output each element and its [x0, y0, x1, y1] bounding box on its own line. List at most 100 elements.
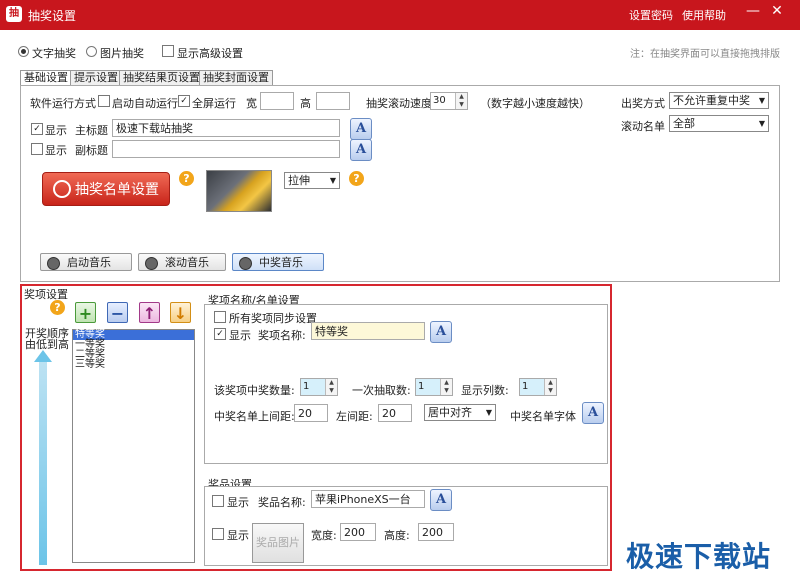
help-icon[interactable]: ? [50, 300, 65, 315]
list-icon [53, 180, 71, 198]
tab-result-page[interactable]: 抽奖结果页设置 [119, 70, 204, 85]
tab-basic[interactable]: 基础设置 [20, 70, 72, 86]
height-input[interactable] [316, 92, 350, 110]
prize-list[interactable]: 特等奖 一等奖 二等奖 三等奖 [72, 329, 195, 563]
drag-hint: 注：在抽奖界面可以直接拖拽排版 [630, 49, 780, 60]
speaker-icon [239, 257, 252, 270]
auto-start-label: 启动自动运行 [112, 97, 178, 110]
stretch-select[interactable]: 拉伸 ▼ [284, 172, 340, 189]
show-goods-image-checkbox[interactable] [212, 528, 224, 540]
sub-title-font-button[interactable]: A [350, 139, 372, 161]
align-select[interactable]: 居中对齐 ▼ [424, 404, 496, 421]
goods-name-font-button[interactable]: A [430, 489, 452, 511]
show-goods-name-checkbox[interactable] [212, 495, 224, 507]
show-goods-name-label: 显示 [227, 496, 249, 509]
output-mode-label: 出奖方式 [621, 97, 665, 110]
move-down-button[interactable]: ↓ [170, 302, 191, 323]
prize-name-font-button[interactable]: A [430, 321, 452, 343]
list-item[interactable]: 三等奖 [73, 360, 194, 370]
goods-width-input[interactable]: 200 [340, 523, 376, 541]
winner-font-label: 中奖名单字体 [510, 410, 576, 423]
show-prize-name-label: 显示 [229, 329, 251, 342]
site-watermark: 极速下载站 [626, 540, 772, 573]
help-icon[interactable]: ? [179, 171, 194, 186]
left-margin-input[interactable]: 20 [378, 404, 412, 422]
columns-value: 1 [522, 381, 529, 392]
menu-set-password[interactable]: 设置密码 [629, 7, 673, 23]
winner-font-button[interactable]: A [582, 402, 604, 424]
image-draw-radio[interactable] [86, 46, 97, 57]
auto-start-checkbox[interactable] [98, 95, 110, 107]
text-draw-label: 文字抽奖 [32, 47, 76, 60]
show-sub-title-checkbox[interactable] [31, 143, 43, 155]
add-prize-button[interactable]: + [75, 302, 96, 323]
speaker-icon [145, 257, 158, 270]
spinner-arrows-icon[interactable]: ▲ ▼ [440, 379, 452, 395]
scroll-speed-value: 30 [433, 95, 446, 106]
left-margin-label: 左间距: [336, 410, 373, 423]
spinner-arrows-icon[interactable]: ▲ ▼ [325, 379, 337, 395]
scroll-list-value: 全部 [673, 117, 695, 130]
main-title-font-button[interactable]: A [350, 118, 372, 140]
goods-height-input[interactable]: 200 [418, 523, 454, 541]
scroll-speed-spinner[interactable]: 30 ▲ ▼ [430, 92, 468, 110]
scroll-music-button[interactable]: 滚动音乐 [138, 253, 226, 271]
stretch-value: 拉伸 [288, 174, 310, 187]
prize-name-label: 奖项名称: [258, 329, 306, 342]
background-image-thumbnail[interactable] [206, 170, 272, 212]
draw-once-spinner[interactable]: 1 ▲ ▼ [415, 378, 453, 396]
draw-once-value: 1 [418, 381, 425, 392]
remove-prize-button[interactable]: − [107, 302, 128, 323]
goods-width-label: 宽度: [311, 529, 337, 542]
output-mode-select[interactable]: 不允许重复中奖 ▼ [669, 92, 769, 109]
top-margin-input[interactable]: 20 [294, 404, 328, 422]
show-prize-name-checkbox[interactable]: ✓ [214, 328, 226, 340]
speaker-icon [47, 257, 60, 270]
sub-title-input[interactable] [112, 140, 340, 158]
tab-tips[interactable]: 提示设置 [70, 70, 122, 85]
close-icon[interactable]: ✕ [767, 3, 787, 19]
minimize-icon[interactable]: — [743, 3, 763, 19]
spinner-arrows-icon[interactable]: ▲ ▼ [544, 379, 556, 395]
start-music-button[interactable]: 启动音乐 [40, 253, 132, 271]
show-goods-image-label: 显示 [227, 529, 249, 542]
fullscreen-checkbox[interactable]: ✓ [178, 95, 190, 107]
prize-order-label: 开奖顺序由低到高 [25, 327, 69, 351]
goods-name-input[interactable]: 苹果iPhoneXS一台 [311, 490, 425, 508]
show-sub-title-label: 显示 [45, 144, 67, 157]
title-bar: 抽 抽奖设置 设置密码 使用帮助 — ✕ [0, 0, 800, 30]
window-title: 抽奖设置 [28, 9, 77, 23]
fullscreen-label: 全屏运行 [192, 97, 236, 110]
list-setting-label: 抽奖名单设置 [75, 182, 159, 198]
win-count-label: 该奖项中奖数量: [214, 384, 295, 397]
scroll-list-label: 滚动名单 [621, 120, 665, 133]
goods-image-button[interactable]: 奖品图片 [252, 523, 304, 563]
goods-name-label: 奖品名称: [258, 496, 306, 509]
scroll-list-select[interactable]: 全部 ▼ [669, 115, 769, 132]
text-draw-radio[interactable] [18, 46, 29, 57]
tab-cover[interactable]: 抽奖封面设置 [199, 70, 273, 85]
start-music-label: 启动音乐 [67, 256, 111, 269]
chevron-down-icon: ▼ [485, 408, 492, 417]
menu-help[interactable]: 使用帮助 [682, 7, 726, 23]
sync-all-checkbox[interactable] [214, 311, 226, 323]
align-value: 居中对齐 [428, 406, 472, 419]
prize-section-title: 奖项设置 [24, 288, 68, 301]
win-count-spinner[interactable]: 1 ▲ ▼ [300, 378, 338, 396]
scroll-speed-label: 抽奖滚动速度 [366, 97, 432, 110]
win-music-button[interactable]: 中奖音乐 [232, 253, 324, 271]
columns-label: 显示列数: [461, 384, 509, 397]
move-up-button[interactable]: ↑ [139, 302, 160, 323]
help-icon[interactable]: ? [349, 171, 364, 186]
width-label: 宽 [246, 97, 257, 110]
prize-name-input[interactable]: 特等奖 [311, 322, 425, 340]
win-music-label: 中奖音乐 [259, 256, 303, 269]
show-advanced-checkbox[interactable] [162, 45, 174, 57]
sync-all-label: 所有奖项同步设置 [229, 312, 317, 325]
spinner-arrows-icon[interactable]: ▲ ▼ [455, 93, 467, 109]
list-setting-button[interactable]: 抽奖名单设置 [42, 172, 170, 206]
width-input[interactable] [260, 92, 294, 110]
columns-spinner[interactable]: 1 ▲ ▼ [519, 378, 557, 396]
main-title-input[interactable]: 极速下载站抽奖 [112, 119, 340, 137]
show-main-title-checkbox[interactable]: ✓ [31, 123, 43, 135]
